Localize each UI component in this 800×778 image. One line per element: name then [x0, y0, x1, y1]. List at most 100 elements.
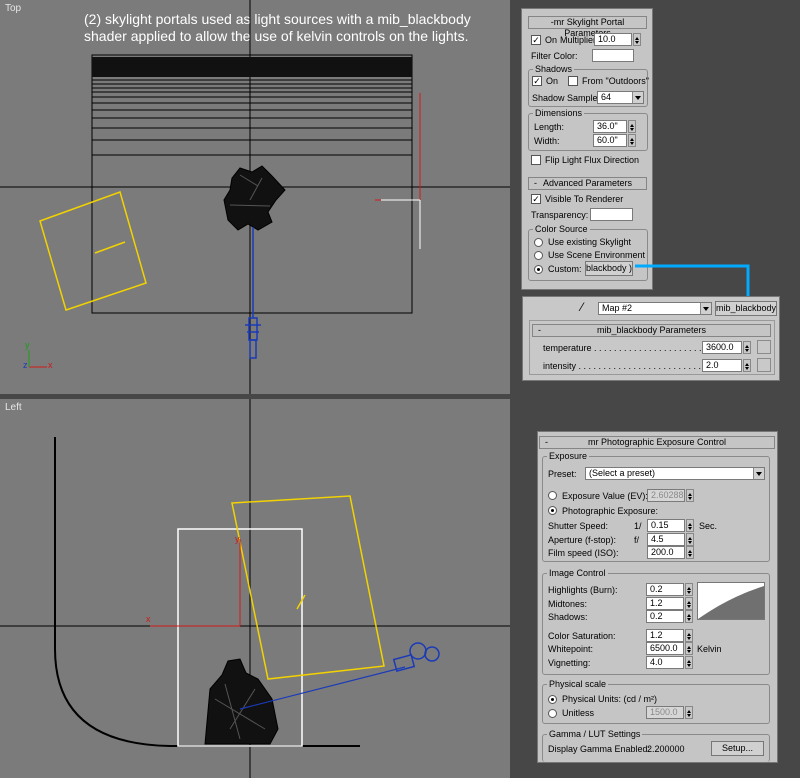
- on-label: On: [545, 35, 558, 45]
- shutter-input[interactable]: 0.15: [647, 519, 685, 532]
- whitepoint-unit: Kelvin: [697, 644, 722, 654]
- gizmo-red-axis: [375, 93, 421, 201]
- saturation-input[interactable]: 1.2: [646, 629, 684, 642]
- advanced-rollout-header[interactable]: - Advanced Parameters: [528, 177, 647, 190]
- setup-button[interactable]: Setup...: [711, 741, 764, 756]
- filter-color-swatch[interactable]: [592, 49, 634, 62]
- shadows-input[interactable]: 0.2: [646, 610, 684, 623]
- length-input[interactable]: 36.0": [593, 120, 627, 133]
- shadows-group: Shadows ✓ On From "Outdoors" Shadow Samp…: [528, 63, 649, 107]
- on-checkbox[interactable]: ✓: [531, 35, 541, 45]
- highlights-label: Highlights (Burn):: [548, 585, 618, 595]
- filter-color-label: Filter Color:: [531, 51, 578, 61]
- width-input[interactable]: 60.0": [593, 134, 627, 147]
- film-speed-label: Film speed (ISO):: [548, 548, 619, 558]
- left-viewport-scene: x y: [0, 399, 510, 778]
- top-viewport-scene: x y z: [0, 0, 510, 394]
- temperature-input[interactable]: 3600.0: [702, 341, 742, 354]
- midtones-spinner[interactable]: [685, 597, 693, 610]
- blackbody-map-panel: ⁄ Map #2 mib_blackbody - mib_blackbody Pa…: [522, 296, 780, 381]
- eyedropper-icon[interactable]: ⁄: [581, 301, 583, 313]
- length-spinner[interactable]: [628, 120, 636, 133]
- photographic-radio[interactable]: [548, 506, 557, 515]
- film-speed-spinner[interactable]: [686, 546, 694, 559]
- ev-radio[interactable]: [548, 491, 557, 500]
- portal-rollout-header[interactable]: -mr Skylight Portal Parameters: [528, 16, 647, 38]
- gizmo-red-left: x y: [146, 534, 241, 627]
- shutter-unit: Sec.: [699, 521, 718, 531]
- whitepoint-spinner[interactable]: [685, 642, 693, 655]
- unitless-spinner[interactable]: [685, 706, 693, 719]
- axis-x-label-left: x: [146, 614, 151, 624]
- portal-light-yellow-top: [39, 191, 147, 311]
- shutter-spinner[interactable]: [686, 519, 694, 532]
- multiplier-label: Multiplier:: [560, 35, 599, 45]
- physical-scale-group: Physical scale Physical Units: (cd / m²)…: [542, 678, 770, 724]
- transparency-swatch[interactable]: [590, 208, 633, 221]
- exposure-rollout-header[interactable]: - mr Photographic Exposure Control: [539, 436, 775, 449]
- film-speed-input[interactable]: 200.0: [647, 546, 685, 559]
- transparency-label: Transparency:: [531, 210, 589, 220]
- image-control-group: Image Control Highlights (Burn): 0.2 Mid…: [542, 567, 770, 675]
- intensity-spinner[interactable]: [743, 359, 751, 372]
- use-scene-environment-radio[interactable]: [534, 251, 543, 260]
- shutter-label: Shutter Speed:: [548, 521, 609, 531]
- temperature-spinner[interactable]: [743, 341, 751, 354]
- aperture-spinner[interactable]: [686, 533, 694, 546]
- vignetting-label: Vignetting:: [548, 658, 591, 668]
- custom-radio[interactable]: [534, 265, 543, 274]
- shadows-spinner[interactable]: [685, 610, 693, 623]
- cyclorama-slats: [92, 57, 412, 156]
- intensity-map-button[interactable]: [757, 358, 771, 372]
- saturation-spinner[interactable]: [685, 629, 693, 642]
- vignetting-input[interactable]: 4.0: [646, 656, 684, 669]
- map-name-dropdown[interactable]: Map #2: [598, 302, 712, 315]
- chevron-down-icon[interactable]: [632, 92, 643, 103]
- left-viewport[interactable]: Left x y: [0, 399, 510, 778]
- flip-flux-checkbox[interactable]: [531, 155, 541, 165]
- aperture-input[interactable]: 4.5: [647, 533, 685, 546]
- multiplier-spinner[interactable]: [633, 33, 641, 46]
- use-scene-environment-label: Use Scene Environment: [548, 250, 646, 260]
- midtones-input[interactable]: 1.2: [646, 597, 684, 610]
- figure-top: [223, 165, 286, 231]
- vignetting-spinner[interactable]: [685, 656, 693, 669]
- intensity-input[interactable]: 2.0: [702, 359, 742, 372]
- multiplier-input[interactable]: 10.0: [594, 33, 632, 46]
- aperture-label: Aperture (f-stop):: [548, 535, 617, 545]
- shadows-on-checkbox[interactable]: ✓: [532, 76, 542, 86]
- preset-dropdown[interactable]: (Select a preset): [585, 467, 765, 480]
- width-spinner[interactable]: [628, 134, 636, 147]
- use-existing-skylight-radio[interactable]: [534, 238, 543, 247]
- unitless-input[interactable]: 1500.0: [646, 706, 684, 719]
- ev-label: Exposure Value (EV):: [562, 491, 648, 501]
- visible-renderer-label: Visible To Renderer: [545, 194, 624, 204]
- dimensions-group: Dimensions Length: 36.0" Width: 60.0": [528, 107, 648, 151]
- ev-spinner[interactable]: [686, 489, 694, 502]
- saturation-label: Color Saturation:: [548, 631, 616, 641]
- from-outdoors-checkbox[interactable]: [568, 76, 578, 86]
- tone-curve-graph: [697, 582, 765, 620]
- chevron-down-icon[interactable]: [753, 468, 764, 479]
- whitepoint-label: Whitepoint:: [548, 644, 594, 654]
- gamma-value: 2.200000: [647, 744, 685, 754]
- gamma-group: Gamma / LUT Settings Display Gamma Enabl…: [542, 728, 770, 762]
- shutter-prefix: 1/: [634, 521, 642, 531]
- highlights-input[interactable]: 0.2: [646, 583, 684, 596]
- chevron-down-icon[interactable]: [700, 303, 711, 314]
- visible-renderer-checkbox[interactable]: ✓: [531, 194, 541, 204]
- ev-input[interactable]: 2.60288: [647, 489, 685, 502]
- physical-units-radio[interactable]: [548, 695, 557, 704]
- custom-map-button[interactable]: blackbody ): [585, 261, 633, 276]
- axis-tripod-top: x y z: [23, 340, 53, 370]
- unitless-radio[interactable]: [548, 709, 557, 718]
- whitepoint-input[interactable]: 6500.0: [646, 642, 684, 655]
- portal-light-yellow-left: [231, 495, 385, 680]
- exposure-group: Exposure Preset: (Select a preset) Expos…: [542, 450, 770, 562]
- blackbody-rollout-header[interactable]: - mib_blackbody Parameters: [532, 324, 771, 337]
- temperature-map-button[interactable]: [757, 340, 771, 354]
- map-type-button[interactable]: mib_blackbody: [715, 301, 777, 316]
- use-existing-skylight-label: Use existing Skylight: [548, 237, 632, 247]
- highlights-spinner[interactable]: [685, 583, 693, 596]
- top-viewport[interactable]: Top (2) skylight portals used as light s…: [0, 0, 510, 394]
